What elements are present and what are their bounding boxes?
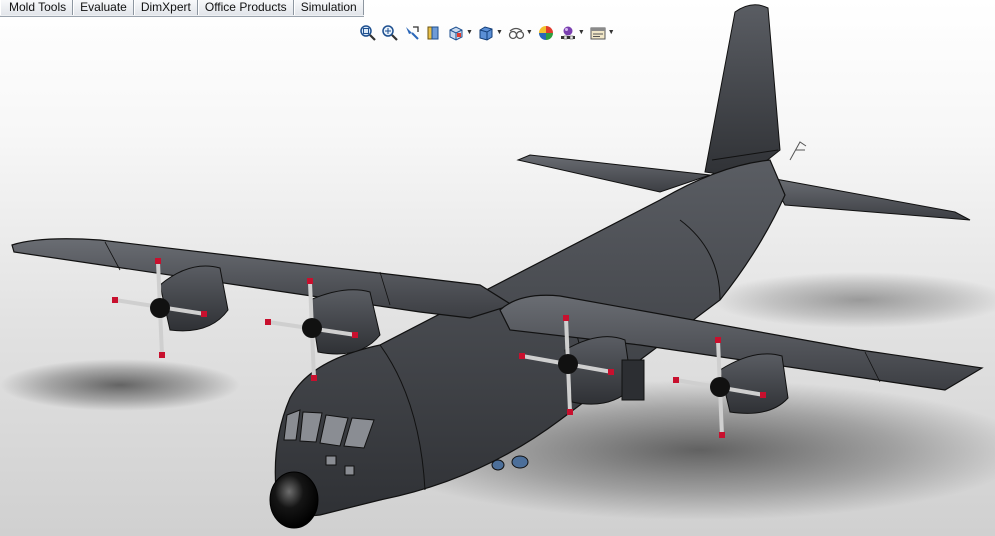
chevron-down-icon: ▼ [495, 29, 503, 36]
edit-appearance-icon [538, 26, 553, 40]
display-style-icon [479, 26, 493, 41]
previous-view-icon [406, 26, 419, 40]
view-orientation-button[interactable]: ▼ [446, 23, 474, 43]
right-horizontal-stabilizer [769, 177, 971, 221]
aircraft-model[interactable] [0, 0, 995, 536]
left-horizontal-stabilizer [516, 154, 711, 193]
zoom-to-fit-button[interactable] [358, 23, 378, 43]
hide-show-items-button[interactable]: ▼ [506, 23, 534, 43]
section-view-button[interactable] [424, 23, 444, 43]
view-settings-icon [590, 27, 606, 40]
apply-scene-icon [560, 26, 575, 40]
zoom-to-fit-icon [360, 25, 376, 41]
graphics-area[interactable]: Mold Tools Evaluate DimXpert Office Prod… [0, 0, 995, 536]
coordinate-triad [789, 141, 807, 161]
view-settings-button[interactable]: ▼ [588, 23, 616, 43]
tab-simulation[interactable]: Simulation [293, 0, 364, 15]
zoom-to-area-icon [382, 25, 398, 41]
edit-appearance-button[interactable] [536, 23, 556, 43]
tab-mold-tools[interactable]: Mold Tools [0, 0, 74, 15]
chevron-down-icon: ▼ [607, 29, 615, 36]
heads-up-view-toolbar: ▼ ▼ ▼ ▼ ▼ [358, 22, 616, 44]
chevron-down-icon: ▼ [466, 29, 473, 36]
previous-view-button[interactable] [402, 23, 422, 43]
section-view-icon [427, 26, 439, 40]
command-manager-tabs: Mold Tools Evaluate DimXpert Office Prod… [0, 0, 364, 17]
tab-dimxpert[interactable]: DimXpert [133, 0, 198, 15]
chevron-down-icon: ▼ [525, 29, 533, 36]
left-wing [11, 238, 514, 319]
nose-radome [269, 471, 319, 529]
display-style-button[interactable]: ▼ [476, 23, 504, 43]
zoom-to-area-button[interactable] [380, 23, 400, 43]
tab-office-products[interactable]: Office Products [197, 0, 294, 15]
vertical-tail [704, 4, 781, 179]
view-orientation-icon [449, 26, 463, 41]
chevron-down-icon: ▼ [577, 29, 585, 36]
tab-evaluate[interactable]: Evaluate [73, 0, 134, 15]
hide-show-items-icon [508, 27, 525, 40]
apply-scene-button[interactable]: ▼ [558, 23, 586, 43]
